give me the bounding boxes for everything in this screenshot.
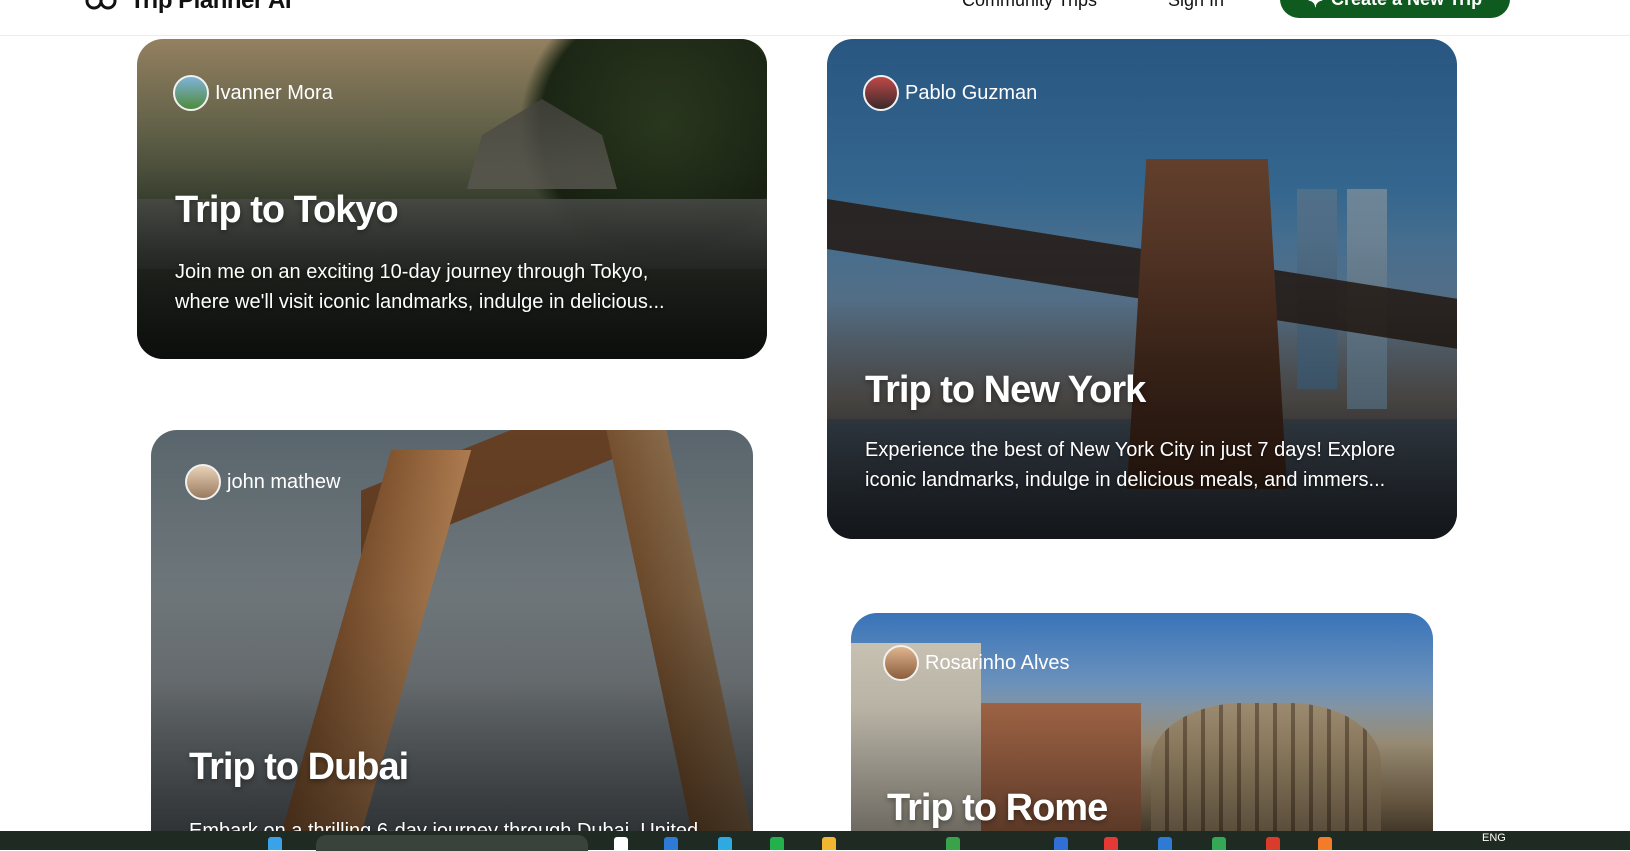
brand[interactable]: Trip Planner AI: [84, 0, 291, 16]
logo-icon: [85, 0, 117, 10]
trip-title: Trip to Rome: [887, 787, 1108, 829]
spotify-icon[interactable]: [770, 837, 784, 850]
trip-author[interactable]: john mathew: [185, 464, 340, 500]
top-nav: Trip Planner AI Community Trips Sign In …: [0, 0, 1630, 36]
create-trip-button[interactable]: ✦ Create a New Trip: [1280, 0, 1510, 18]
app-name: Trip Planner AI: [130, 0, 291, 14]
taskbar-search[interactable]: [316, 835, 588, 851]
avatar: [185, 464, 221, 500]
app-icon[interactable]: [1054, 837, 1068, 850]
description-line: Join me on an exciting 10-day journey th…: [175, 261, 649, 283]
sparkle-icon: ✦: [1307, 0, 1324, 11]
edge-icon[interactable]: [664, 837, 678, 850]
avatar: [173, 75, 209, 111]
create-trip-label: Create a New Trip: [1331, 0, 1482, 10]
trip-author[interactable]: Ivanner Mora: [173, 75, 333, 111]
chrome-icon[interactable]: [1266, 837, 1280, 850]
taskbar: ENG: [0, 831, 1630, 851]
avatar: [863, 75, 899, 111]
trip-card-new-york[interactable]: Pablo Guzman Trip to New York Experience…: [827, 39, 1457, 539]
trip-card-dubai[interactable]: john mathew Trip to Dubai Embark on a th…: [151, 430, 753, 850]
description-line: Experience the best of New York City in …: [865, 439, 1396, 461]
trip-description: Experience the best of New York City in …: [865, 435, 1395, 495]
language-indicator[interactable]: ENG: [1482, 832, 1506, 844]
app-icon[interactable]: [1318, 837, 1332, 850]
folder-icon[interactable]: [822, 837, 836, 850]
description-line: iconic landmarks, indulge in delicious m…: [865, 469, 1386, 491]
app-icon[interactable]: [1158, 837, 1172, 850]
author-name: Ivanner Mora: [215, 81, 333, 104]
trip-author[interactable]: Rosarinho Alves: [883, 645, 1070, 681]
trip-author[interactable]: Pablo Guzman: [863, 75, 1037, 111]
avatar: [883, 645, 919, 681]
description-line: where we'll visit iconic landmarks, indu…: [175, 291, 665, 313]
app-icon[interactable]: [1104, 837, 1118, 850]
nav-community-trips[interactable]: Community Trips: [962, 0, 1097, 11]
vscode-icon[interactable]: [718, 837, 732, 850]
trip-card-rome[interactable]: Rosarinho Alves Trip to Rome: [851, 613, 1433, 850]
trip-card-tokyo[interactable]: Ivanner Mora Trip to Tokyo Join me on an…: [137, 39, 767, 359]
trip-title: Trip to Tokyo: [175, 189, 399, 231]
file-explorer-icon[interactable]: [614, 837, 628, 850]
whatsapp-icon[interactable]: [946, 837, 960, 850]
trip-description: Join me on an exciting 10-day journey th…: [175, 257, 665, 317]
trip-title: Trip to New York: [865, 369, 1146, 411]
nav-sign-in[interactable]: Sign In: [1168, 0, 1224, 11]
author-name: Rosarinho Alves: [925, 651, 1070, 674]
author-name: john mathew: [227, 470, 341, 493]
app-icon[interactable]: [1212, 837, 1226, 850]
author-name: Pablo Guzman: [905, 81, 1038, 104]
trip-title: Trip to Dubai: [189, 746, 409, 788]
start-icon[interactable]: [268, 837, 282, 850]
